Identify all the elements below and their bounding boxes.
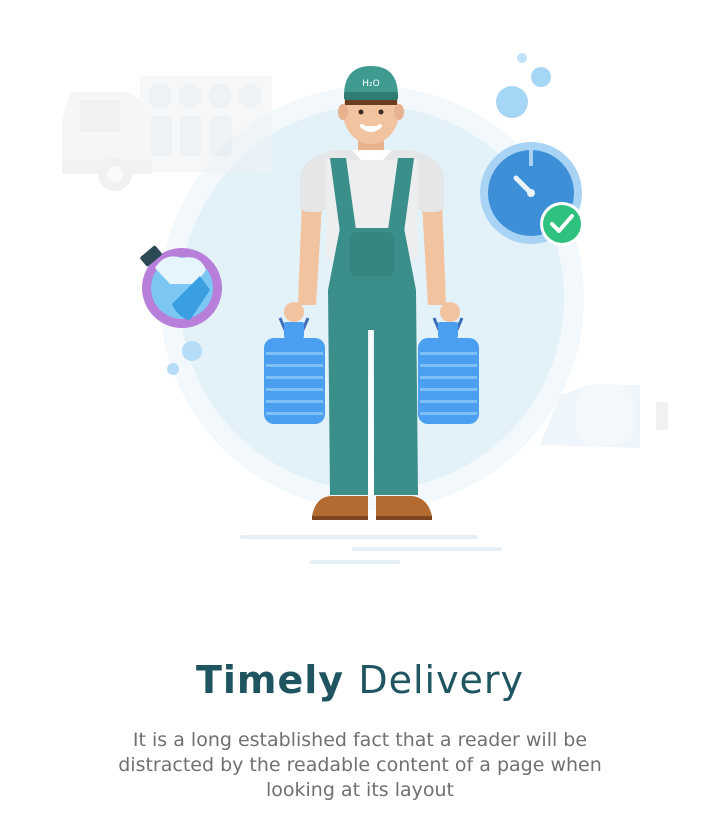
description-text: It is a long established fact that a rea… bbox=[118, 729, 602, 801]
ground-lines bbox=[240, 535, 502, 564]
cap-label: H₂O bbox=[362, 79, 379, 89]
page-title: Timely Delivery bbox=[0, 658, 720, 702]
title-light: Delivery bbox=[358, 658, 525, 702]
delivery-illustration: H₂O bbox=[62, 53, 668, 564]
check-badge-icon bbox=[540, 202, 584, 246]
title-bold: Timely bbox=[195, 658, 345, 702]
